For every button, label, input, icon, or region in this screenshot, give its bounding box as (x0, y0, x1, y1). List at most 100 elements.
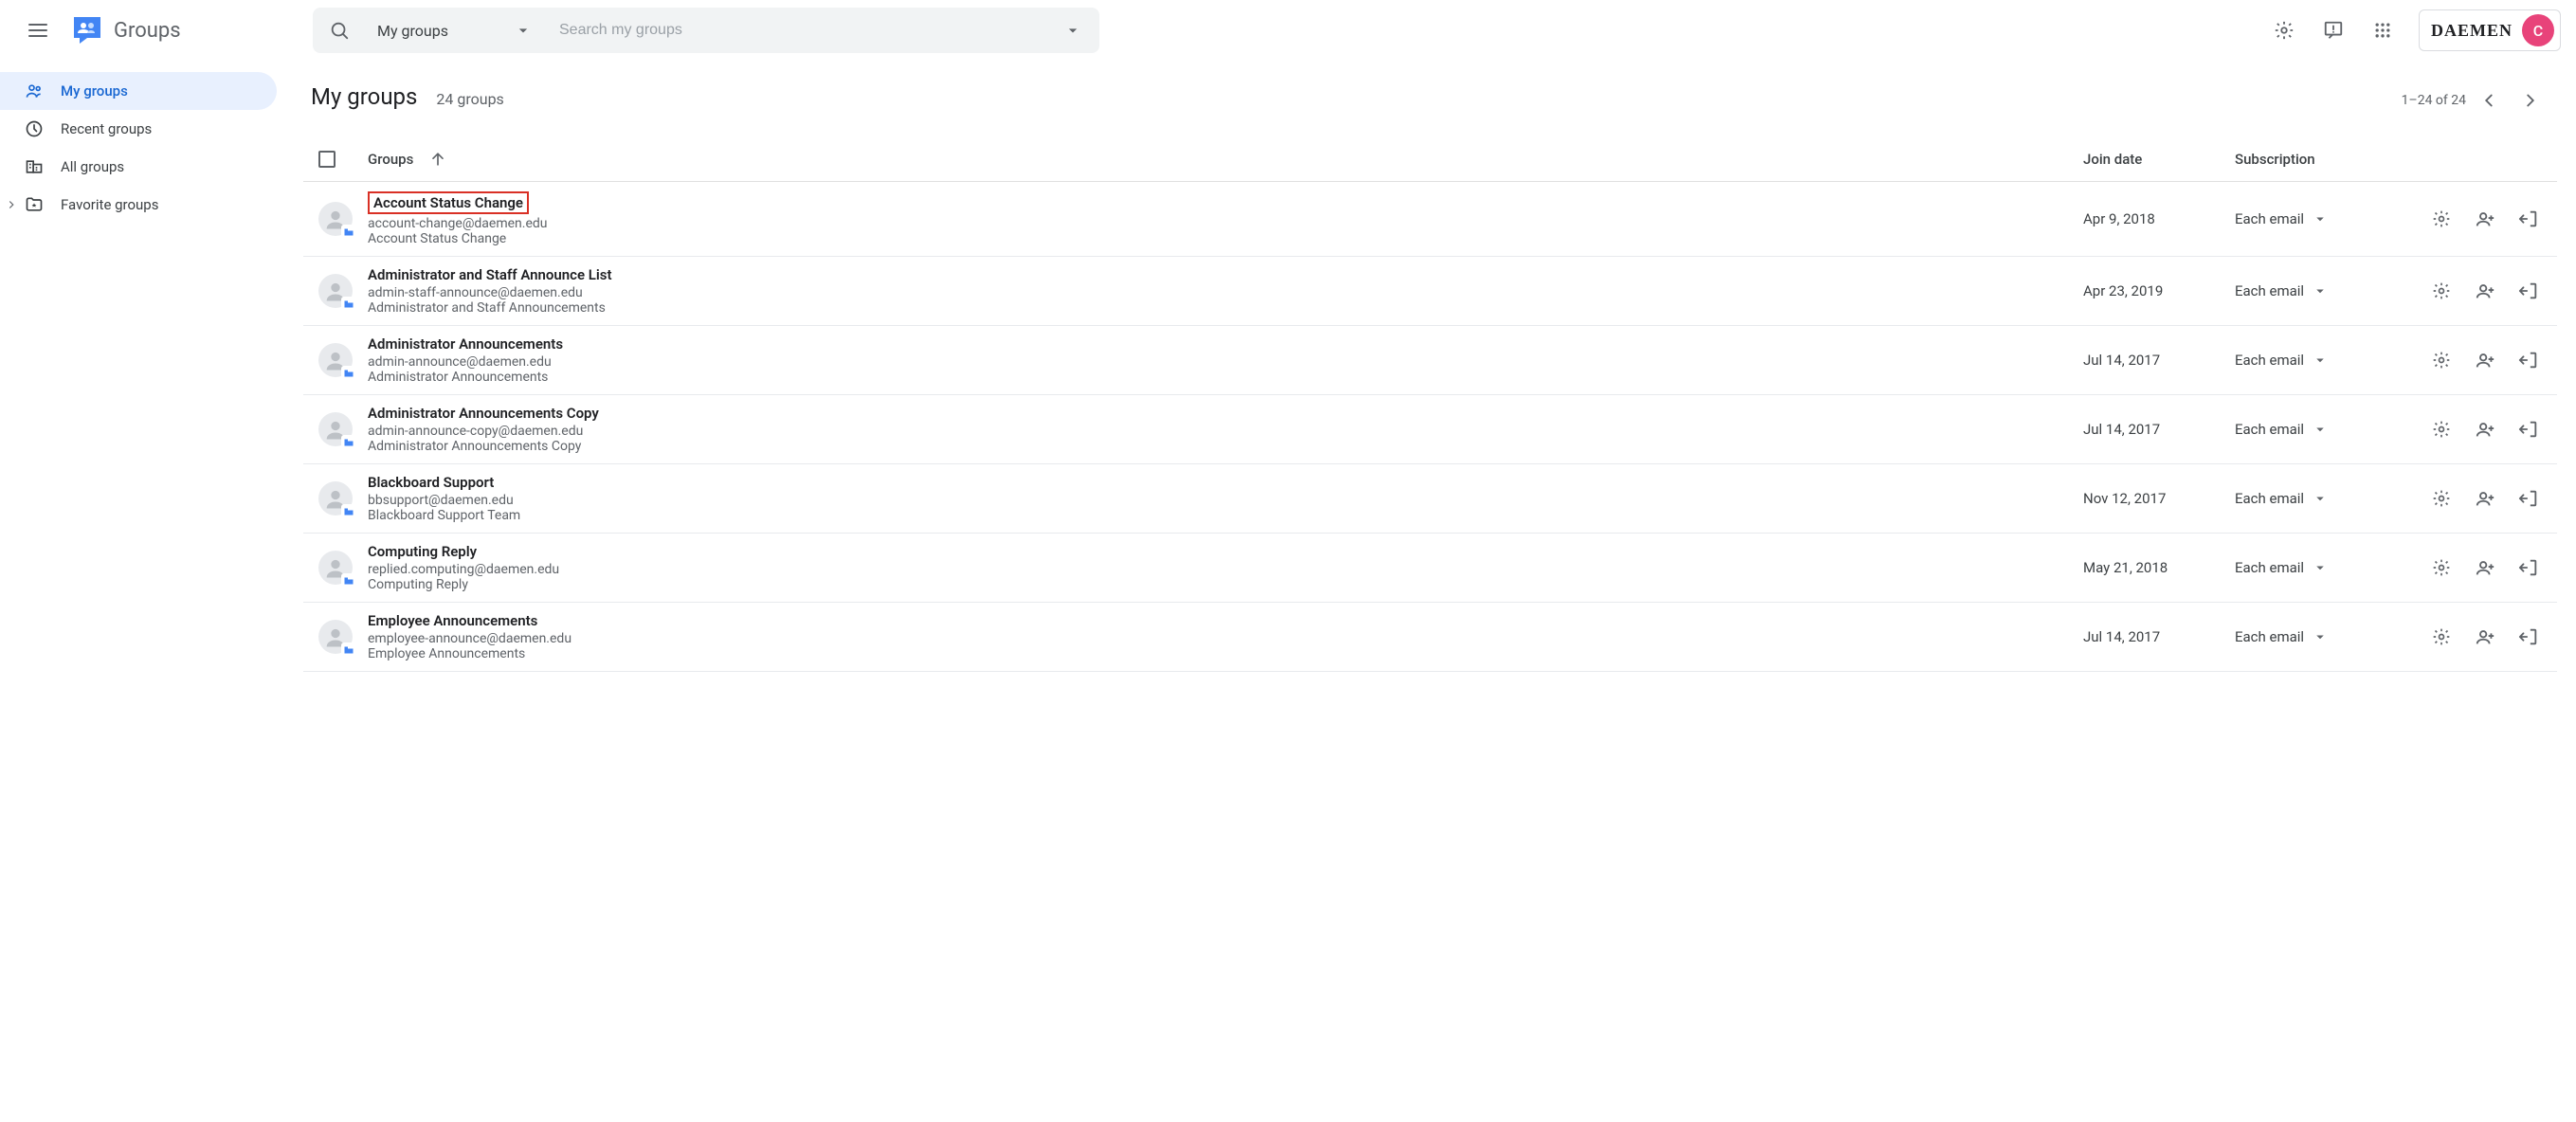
apps-button[interactable] (2362, 9, 2404, 51)
groups-logo-icon (68, 11, 106, 49)
person-add-icon (2475, 488, 2495, 509)
header-actions: DAEMEN C (2263, 9, 2561, 51)
org-badge-icon (341, 504, 356, 519)
gear-icon (2432, 351, 2451, 370)
group-email: account-change@daemen.edu (368, 216, 2083, 231)
column-groups[interactable]: Groups (368, 150, 2083, 169)
search-scope-label: My groups (377, 22, 448, 40)
sidebar: My groupsRecent groupsAll groupsFavorite… (0, 61, 284, 672)
group-description: Account Status Change (368, 231, 2083, 246)
group-settings-button[interactable] (2424, 412, 2458, 446)
select-all-checkbox[interactable] (318, 151, 336, 168)
row-main: Employee Announcementsemployee-announce@… (368, 612, 2083, 661)
sidebar-item-favorite-groups[interactable]: Favorite groups (23, 186, 277, 224)
pager: 1–24 of 24 (2402, 81, 2549, 119)
search-scope-selector[interactable]: My groups (358, 8, 548, 53)
subscription-selector[interactable]: Each email (2235, 628, 2424, 645)
product-logo[interactable]: Groups (68, 11, 305, 49)
group-avatar (318, 343, 353, 377)
search-button[interactable] (320, 11, 358, 49)
column-subscription[interactable]: Subscription (2235, 151, 2424, 168)
group-settings-button[interactable] (2424, 481, 2458, 516)
prev-page-button[interactable] (2470, 81, 2508, 119)
subscription-selector[interactable]: Each email (2235, 490, 2424, 507)
add-member-button[interactable] (2468, 551, 2502, 585)
leave-group-button[interactable] (2512, 620, 2546, 654)
list-header: Groups Join date Subscription (303, 136, 2557, 182)
add-member-button[interactable] (2468, 620, 2502, 654)
org-badge-icon (341, 297, 356, 312)
main-menu-button[interactable] (15, 8, 61, 53)
search-options-button[interactable] (1054, 11, 1092, 49)
gear-icon (2432, 627, 2451, 646)
leave-icon (2518, 626, 2539, 647)
gear-icon (2432, 209, 2451, 228)
group-avatar (318, 481, 353, 516)
subscription-selector[interactable]: Each email (2235, 559, 2424, 576)
leave-group-button[interactable] (2512, 412, 2546, 446)
group-name[interactable]: Administrator Announcements (368, 335, 2083, 353)
group-name[interactable]: Blackboard Support (368, 474, 2083, 491)
table-row[interactable]: Account Status Changeaccount-change@daem… (303, 182, 2557, 257)
feedback-button[interactable] (2313, 9, 2354, 51)
group-settings-button[interactable] (2424, 343, 2458, 377)
table-row[interactable]: Employee Announcementsemployee-announce@… (303, 603, 2557, 672)
group-name[interactable]: Employee Announcements (368, 612, 2083, 629)
add-member-button[interactable] (2468, 202, 2502, 236)
caret-right-icon (5, 198, 18, 211)
row-main: Computing Replyreplied.computing@daemen.… (368, 543, 2083, 592)
sidebar-item-recent-groups[interactable]: Recent groups (0, 110, 277, 148)
add-member-button[interactable] (2468, 481, 2502, 516)
subscription-value: Each email (2235, 490, 2304, 507)
add-member-button[interactable] (2468, 274, 2502, 308)
group-name[interactable]: Account Status Change (368, 191, 529, 214)
table-row[interactable]: Administrator Announcements Copy admin-an… (303, 395, 2557, 464)
add-member-button[interactable] (2468, 412, 2502, 446)
settings-button[interactable] (2263, 9, 2305, 51)
person-add-icon (2475, 280, 2495, 301)
leave-group-button[interactable] (2512, 551, 2546, 585)
sidebar-item-my-groups[interactable]: My groups (0, 72, 277, 110)
subscription-selector[interactable]: Each email (2235, 352, 2424, 369)
search-input[interactable] (548, 22, 1054, 39)
next-page-button[interactable] (2512, 81, 2549, 119)
group-settings-button[interactable] (2424, 202, 2458, 236)
chevron-down-icon (2312, 282, 2329, 299)
group-settings-button[interactable] (2424, 274, 2458, 308)
table-row[interactable]: Administrator Announcementsadmin-announc… (303, 326, 2557, 395)
subscription-selector[interactable]: Each email (2235, 210, 2424, 227)
app-header: Groups My groups DAEMEN C (0, 0, 2576, 61)
leave-icon (2518, 208, 2539, 229)
expand-favorites-button[interactable] (0, 198, 23, 211)
column-join[interactable]: Join date (2083, 151, 2235, 168)
table-row[interactable]: Administrator and Staff Announce List adm… (303, 257, 2557, 326)
account-badge[interactable]: DAEMEN C (2419, 9, 2561, 51)
chevron-down-icon (1063, 21, 1082, 40)
group-email: admin-staff-announce@daemen.edu (368, 285, 2083, 300)
group-name[interactable]: Computing Reply (368, 543, 2083, 560)
group-settings-button[interactable] (2424, 620, 2458, 654)
sidebar-item-all-groups[interactable]: All groups (0, 148, 277, 186)
person-add-icon (2475, 557, 2495, 578)
gear-icon (2432, 281, 2451, 300)
group-name[interactable]: Administrator and Staff Announce List (368, 266, 2083, 283)
title-row: My groups 24 groups 1–24 of 24 (303, 72, 2557, 136)
group-name[interactable]: Administrator Announcements Copy (368, 405, 2083, 422)
add-member-button[interactable] (2468, 343, 2502, 377)
leave-group-button[interactable] (2512, 343, 2546, 377)
leave-group-button[interactable] (2512, 274, 2546, 308)
subscription-selector[interactable]: Each email (2235, 421, 2424, 438)
group-email: admin-announce-copy@daemen.edu (368, 424, 2083, 439)
column-subscription-label: Subscription (2235, 151, 2315, 168)
leave-icon (2518, 488, 2539, 509)
leave-group-button[interactable] (2512, 202, 2546, 236)
table-row[interactable]: Computing Replyreplied.computing@daemen.… (303, 534, 2557, 603)
subscription-selector[interactable]: Each email (2235, 282, 2424, 299)
group-avatar (318, 551, 353, 585)
chevron-down-icon (2312, 421, 2329, 438)
leave-group-button[interactable] (2512, 481, 2546, 516)
group-description: Administrator and Staff Announcements (368, 300, 2083, 316)
table-row[interactable]: Blackboard Supportbbsupport@daemen.eduBl… (303, 464, 2557, 534)
person-add-icon (2475, 626, 2495, 647)
group-settings-button[interactable] (2424, 551, 2458, 585)
